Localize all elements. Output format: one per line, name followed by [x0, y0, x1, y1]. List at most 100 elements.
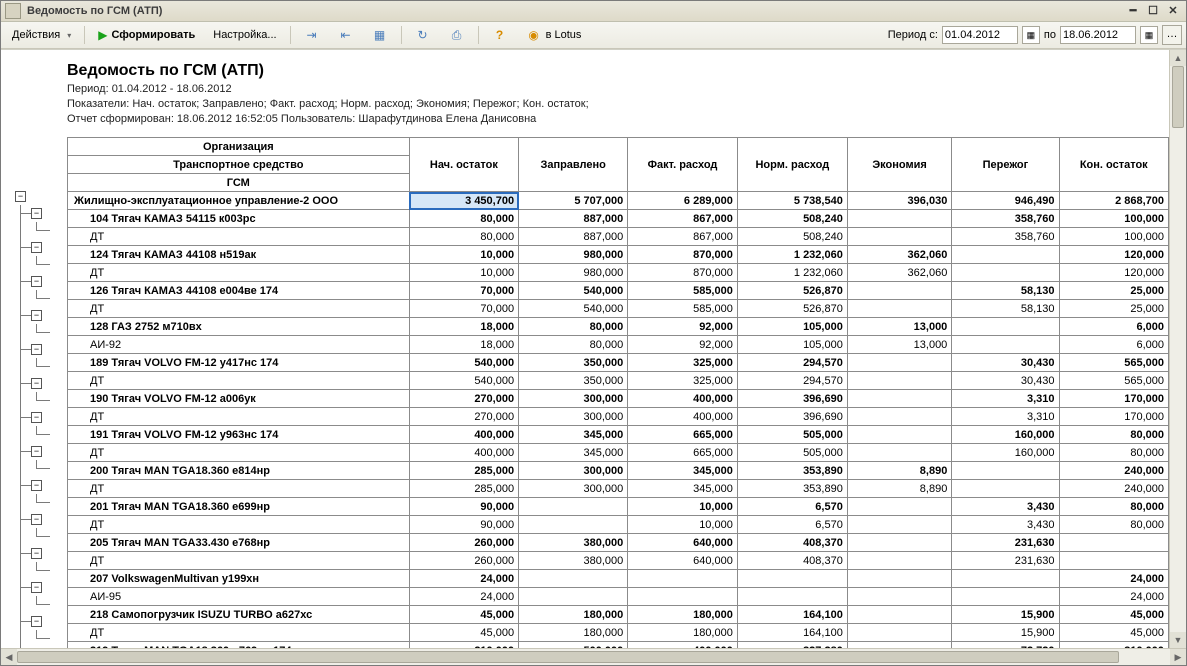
- cell-value: 3,310: [952, 408, 1059, 426]
- col-end-balance: Кон. остаток: [1059, 138, 1168, 192]
- table-row[interactable]: АИ-9524,00024,000: [68, 588, 1169, 606]
- tool-grid-button[interactable]: ▦: [365, 24, 395, 46]
- cell-value: 160,000: [952, 444, 1059, 462]
- tree-node[interactable]: −: [31, 344, 42, 355]
- scroll-down-button[interactable]: ▼: [1170, 632, 1186, 648]
- tool-print-button[interactable]: ⎙: [442, 24, 472, 46]
- to-label: по: [1044, 29, 1056, 41]
- cell-value: [847, 570, 951, 588]
- minimize-button[interactable]: ━: [1124, 4, 1142, 18]
- date-from-input[interactable]: [942, 26, 1018, 44]
- table-row[interactable]: ДТ270,000300,000400,000396,6903,310170,0…: [68, 408, 1169, 426]
- tree-node[interactable]: −: [31, 582, 42, 593]
- cell-value: 400,000: [409, 444, 518, 462]
- table-row[interactable]: 218 Самопогрузчик ISUZU TURBO а627хс45,0…: [68, 606, 1169, 624]
- settings-button[interactable]: Настройка...: [206, 26, 283, 44]
- tree-node[interactable]: −: [15, 191, 26, 202]
- scroll-thumb[interactable]: [1172, 66, 1184, 128]
- tree-node[interactable]: −: [31, 276, 42, 287]
- period-more-button[interactable]: …: [1162, 25, 1182, 45]
- horizontal-scrollbar[interactable]: ◀ ▶: [1, 648, 1186, 665]
- tool-expand-button[interactable]: ⇤: [331, 24, 361, 46]
- row-description: ДТ: [68, 264, 410, 282]
- cell-value: 380,000: [519, 552, 628, 570]
- cell-value: [847, 408, 951, 426]
- report-area[interactable]: Ведомость по ГСМ (АТП) Период: 01.04.201…: [1, 50, 1169, 648]
- cell-value: 70,000: [409, 300, 518, 318]
- cell-value: 358,760: [952, 228, 1059, 246]
- cell-value: 231,630: [952, 552, 1059, 570]
- table-row[interactable]: 104 Тягач КАМАЗ 54115 к003рс80,000887,00…: [68, 210, 1169, 228]
- table-row[interactable]: 124 Тягач КАМАЗ 44108 н519ак10,000980,00…: [68, 246, 1169, 264]
- close-button[interactable]: ✕: [1164, 4, 1182, 18]
- tree-node[interactable]: −: [31, 208, 42, 219]
- cell-value: 3,430: [952, 516, 1059, 534]
- table-row[interactable]: АИ-9218,00080,00092,000105,00013,0006,00…: [68, 336, 1169, 354]
- table-row[interactable]: 189 Тягач VOLVO FM-12 у417нс 174540,0003…: [68, 354, 1169, 372]
- tool-refresh-button[interactable]: ↻: [408, 24, 438, 46]
- cell-value: 160,000: [952, 426, 1059, 444]
- hscroll-thumb[interactable]: [17, 651, 1119, 663]
- table-row[interactable]: 207 VolkswagenMultivan у199хн24,00024,00…: [68, 570, 1169, 588]
- cell-value: 45,000: [1059, 624, 1168, 642]
- cell-value: 870,000: [628, 264, 738, 282]
- scroll-right-button[interactable]: ▶: [1170, 649, 1186, 665]
- table-row[interactable]: 126 Тягач КАМАЗ 44108 е004ве 17470,00054…: [68, 282, 1169, 300]
- tree-node[interactable]: −: [31, 310, 42, 321]
- table-row[interactable]: ДТ10,000980,000870,0001 232,060362,06012…: [68, 264, 1169, 282]
- date-to-input[interactable]: [1060, 26, 1136, 44]
- table-row[interactable]: ДТ260,000380,000640,000408,370231,630: [68, 552, 1169, 570]
- lotus-button[interactable]: ◉в Lotus: [519, 24, 589, 46]
- table-row[interactable]: ДТ400,000345,000665,000505,000160,00080,…: [68, 444, 1169, 462]
- table-row[interactable]: Жилищно-эксплуатационное управление-2 ОО…: [68, 192, 1169, 210]
- table-row[interactable]: ДТ90,00010,0006,5703,43080,000: [68, 516, 1169, 534]
- table-row[interactable]: ДТ80,000887,000867,000508,240358,760100,…: [68, 228, 1169, 246]
- table-row[interactable]: 200 Тягач MAN TGA18.360 е814нр285,000300…: [68, 462, 1169, 480]
- maximize-button[interactable]: ☐: [1144, 4, 1162, 18]
- table-row[interactable]: ДТ285,000300,000345,000353,8908,890240,0…: [68, 480, 1169, 498]
- form-button[interactable]: ▶Сформировать: [91, 25, 202, 45]
- tree-node[interactable]: −: [31, 242, 42, 253]
- cell-value: 396,030: [847, 192, 951, 210]
- cell-value: 665,000: [628, 444, 738, 462]
- cell-value: 980,000: [519, 264, 628, 282]
- table-row[interactable]: ДТ540,000350,000325,000294,57030,430565,…: [68, 372, 1169, 390]
- cell-value: 353,890: [737, 480, 847, 498]
- vertical-scrollbar[interactable]: ▲ ▼: [1169, 50, 1186, 648]
- tree-node[interactable]: −: [31, 412, 42, 423]
- cell-value: 325,000: [628, 354, 738, 372]
- actions-menu[interactable]: Действия: [5, 26, 78, 44]
- row-description: ДТ: [68, 480, 410, 498]
- table-row[interactable]: 205 Тягач MAN TGA33.430 е768нр260,000380…: [68, 534, 1169, 552]
- cell-value: 946,490: [952, 192, 1059, 210]
- scroll-left-button[interactable]: ◀: [1, 649, 17, 665]
- table-row[interactable]: ДТ45,000180,000180,000164,10015,90045,00…: [68, 624, 1169, 642]
- calendar-to-button[interactable]: ▦: [1140, 26, 1158, 44]
- tool-collapse-button[interactable]: ⇥: [297, 24, 327, 46]
- tree-node[interactable]: −: [31, 480, 42, 491]
- help-button[interactable]: ?: [485, 24, 515, 46]
- calendar-from-button[interactable]: ▦: [1022, 26, 1040, 44]
- cell-value: 353,890: [737, 462, 847, 480]
- tree-node[interactable]: −: [31, 616, 42, 627]
- tree-node[interactable]: −: [31, 514, 42, 525]
- table-row[interactable]: 190 Тягач VOLVO FM-12 а006ук270,000300,0…: [68, 390, 1169, 408]
- table-row[interactable]: 201 Тягач MAN TGA18.360 е699нр90,00010,0…: [68, 498, 1169, 516]
- cell-value: 80,000: [409, 228, 518, 246]
- cell-value: 350,000: [519, 372, 628, 390]
- tree-node[interactable]: −: [31, 548, 42, 559]
- cell-value: 210,000: [409, 642, 518, 649]
- col-actual: Факт. расход: [628, 138, 738, 192]
- cell-value: [847, 642, 951, 649]
- cell-value: 164,100: [737, 606, 847, 624]
- tree-node[interactable]: −: [31, 446, 42, 457]
- table-row[interactable]: 219 Тягач MAN TGA18.360 в769нх 174210,00…: [68, 642, 1169, 649]
- table-row[interactable]: 128 ГАЗ 2752 м710вх18,00080,00092,000105…: [68, 318, 1169, 336]
- table-row[interactable]: 191 Тягач VOLVO FM-12 у963нс 174400,0003…: [68, 426, 1169, 444]
- cell-value: 240,000: [1059, 462, 1168, 480]
- tree-node[interactable]: −: [31, 378, 42, 389]
- scroll-up-button[interactable]: ▲: [1170, 50, 1186, 66]
- table-row[interactable]: ДТ70,000540,000585,000526,87058,13025,00…: [68, 300, 1169, 318]
- row-description: ДТ: [68, 552, 410, 570]
- row-description: ДТ: [68, 408, 410, 426]
